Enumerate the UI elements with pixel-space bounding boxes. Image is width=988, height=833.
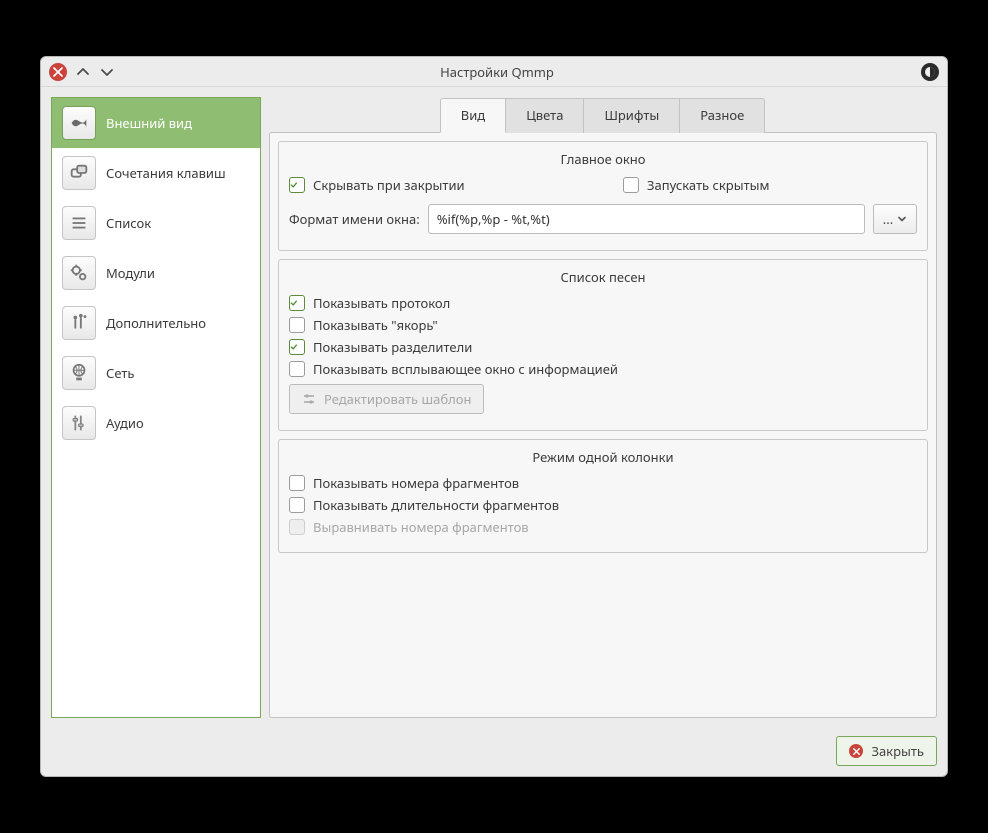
modules-icon — [62, 256, 96, 290]
network-icon — [62, 356, 96, 390]
shortcuts-icon — [62, 156, 96, 190]
sidebar-item-advanced[interactable]: Дополнительно — [52, 298, 260, 348]
checkbox-hide-on-close[interactable]: Скрывать при закрытии — [289, 176, 583, 194]
sidebar-item-audio[interactable]: Аудио — [52, 398, 260, 448]
sidebar-item-label: Сочетания клавиш — [106, 164, 226, 182]
group-main-window: Главное окно Скрывать при закрытии Запус… — [278, 141, 928, 251]
list-icon — [62, 206, 96, 240]
window-title-format-menu-button[interactable]: ... — [873, 204, 917, 234]
tab-fonts[interactable]: Шрифты — [583, 98, 680, 133]
app-icon — [921, 63, 939, 81]
group-title: Режим одной колонки — [289, 448, 917, 466]
checkbox-label: Показывать длительности фрагментов — [313, 496, 559, 514]
button-label: Закрыть — [871, 742, 924, 760]
checkbox-show-protocol[interactable]: Показывать протокол — [289, 294, 450, 312]
audio-icon — [62, 406, 96, 440]
appearance-icon — [62, 106, 96, 140]
checkbox-show-durations[interactable]: Показывать длительности фрагментов — [289, 496, 559, 514]
sidebar-item-label: Список — [106, 214, 151, 232]
checkbox-align-numbers: Выравнивать номера фрагментов — [289, 518, 529, 536]
sidebar-item-label: Внешний вид — [106, 114, 192, 132]
sliders-icon — [302, 392, 316, 406]
group-title: Главное окно — [289, 150, 917, 168]
checkbox-label: Скрывать при закрытии — [313, 176, 465, 194]
chevron-down-icon[interactable] — [99, 64, 115, 80]
checkbox-label: Показывать протокол — [313, 294, 450, 312]
close-button[interactable]: Закрыть — [836, 736, 937, 766]
checkbox-show-anchor[interactable]: Показывать "якорь" — [289, 316, 438, 334]
checkbox-show-track-numbers[interactable]: Показывать номера фрагментов — [289, 474, 519, 492]
chevron-down-icon — [897, 214, 907, 224]
sidebar-item-label: Модули — [106, 264, 155, 282]
checkbox-label: Показывать "якорь" — [313, 316, 438, 334]
window-title-format-label: Формат имени окна: — [289, 210, 420, 228]
group-title: Список песен — [289, 268, 917, 286]
sidebar-item-label: Аудио — [106, 414, 144, 432]
checkbox-label: Показывать номера фрагментов — [313, 474, 519, 492]
tab-misc[interactable]: Разное — [679, 98, 765, 133]
checkbox-label: Показывать всплывающее окно с информацие… — [313, 360, 618, 378]
settings-sidebar: Внешний вид Сочетания клавиш Список Моду… — [51, 97, 261, 718]
checkbox-label: Выравнивать номера фрагментов — [313, 518, 529, 536]
checkbox-label: Запускать скрытым — [647, 176, 769, 194]
sidebar-item-list[interactable]: Список — [52, 198, 260, 248]
chevron-up-icon[interactable] — [75, 64, 91, 80]
window-close-button[interactable] — [49, 63, 67, 81]
group-single-column: Режим одной колонки Показывать номера фр… — [278, 439, 928, 553]
sidebar-item-shortcuts[interactable]: Сочетания клавиш — [52, 148, 260, 198]
group-song-list: Список песен Показывать протокол Показыв… — [278, 259, 928, 431]
tab-panel-view: Главное окно Скрывать при закрытии Запус… — [269, 132, 937, 718]
tabs: Вид Цвета Шрифты Разное — [269, 97, 937, 132]
checkbox-start-hidden[interactable]: Запускать скрытым — [623, 176, 917, 194]
settings-window: Настройки Qmmp Внешний вид Сочетания кла… — [40, 56, 948, 777]
sidebar-item-label: Сеть — [106, 364, 134, 382]
button-label: Редактировать шаблон — [324, 390, 471, 408]
sidebar-item-label: Дополнительно — [106, 314, 206, 332]
sidebar-item-appearance[interactable]: Внешний вид — [52, 98, 260, 148]
tab-view[interactable]: Вид — [440, 98, 506, 133]
close-icon — [849, 744, 863, 758]
window-title-format-input[interactable] — [428, 204, 865, 234]
sidebar-item-modules[interactable]: Модули — [52, 248, 260, 298]
checkbox-show-dividers[interactable]: Показывать разделители — [289, 338, 472, 356]
checkbox-show-popup[interactable]: Показывать всплывающее окно с информацие… — [289, 360, 618, 378]
checkbox-label: Показывать разделители — [313, 338, 472, 356]
ellipsis-label: ... — [883, 210, 893, 228]
dialog-footer: Закрыть — [41, 728, 947, 776]
titlebar: Настройки Qmmp — [41, 57, 947, 87]
advanced-icon — [62, 306, 96, 340]
window-title: Настройки Qmmp — [115, 63, 879, 81]
tab-colors[interactable]: Цвета — [505, 98, 584, 133]
edit-template-button: Редактировать шаблон — [289, 384, 484, 414]
sidebar-item-network[interactable]: Сеть — [52, 348, 260, 398]
